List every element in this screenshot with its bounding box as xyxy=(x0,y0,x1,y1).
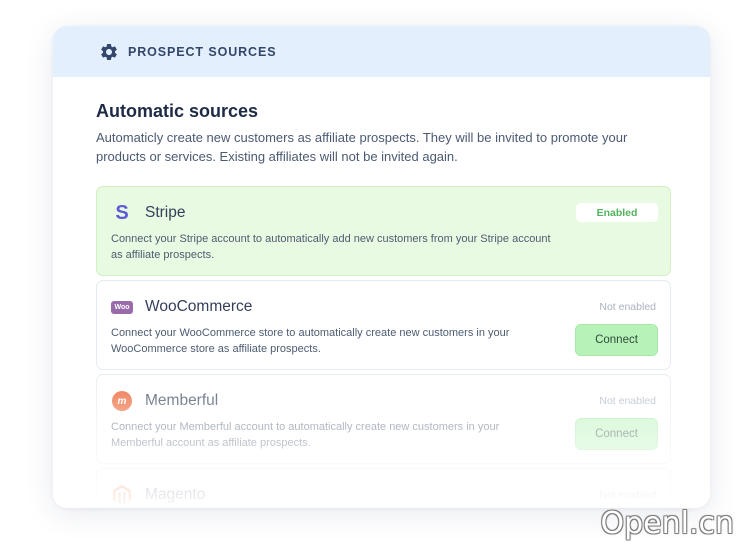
source-memberful: m Memberful Connect your Memberful accou… xyxy=(96,374,671,464)
source-description: Connect your Memberful account to automa… xyxy=(111,421,500,449)
status-text: Not enabled xyxy=(599,395,656,407)
source-description: Connect your WooCommerce store to automa… xyxy=(111,327,510,355)
card-header: PROSPECT SOURCES xyxy=(53,26,710,77)
prospect-sources-card: PROSPECT SOURCES Automatic sources Autom… xyxy=(53,26,710,508)
source-stripe: S Stripe Connect your Stripe account to … xyxy=(96,186,671,276)
watermark: Openl.cn xyxy=(600,506,734,541)
status-text: Not enabled xyxy=(599,301,656,313)
section-title: Automatic sources xyxy=(96,101,259,121)
source-name: Stripe xyxy=(145,204,186,221)
memberful-logo: m xyxy=(111,390,133,412)
section-description: Automaticly create new customers as affi… xyxy=(96,130,628,164)
gear-icon xyxy=(99,42,119,62)
woocommerce-logo: Woo xyxy=(111,296,133,318)
source-woocommerce: Woo WooCommerce Connect your WooCommerce… xyxy=(96,280,671,370)
connect-memberful-button[interactable]: Connect xyxy=(575,418,658,450)
source-magento: Magento Not enabled xyxy=(96,468,671,508)
source-description: Connect your Stripe account to automatic… xyxy=(111,233,551,261)
source-name: WooCommerce xyxy=(145,298,253,315)
status-text: Not enabled xyxy=(599,489,656,501)
source-name: Magento xyxy=(145,486,206,503)
card-title: PROSPECT SOURCES xyxy=(128,44,277,59)
connect-woocommerce-button[interactable]: Connect xyxy=(575,324,658,356)
stripe-logo: S xyxy=(115,202,129,224)
magento-logo xyxy=(111,484,133,506)
status-badge: Enabled xyxy=(576,203,658,222)
source-name: Memberful xyxy=(145,392,219,409)
